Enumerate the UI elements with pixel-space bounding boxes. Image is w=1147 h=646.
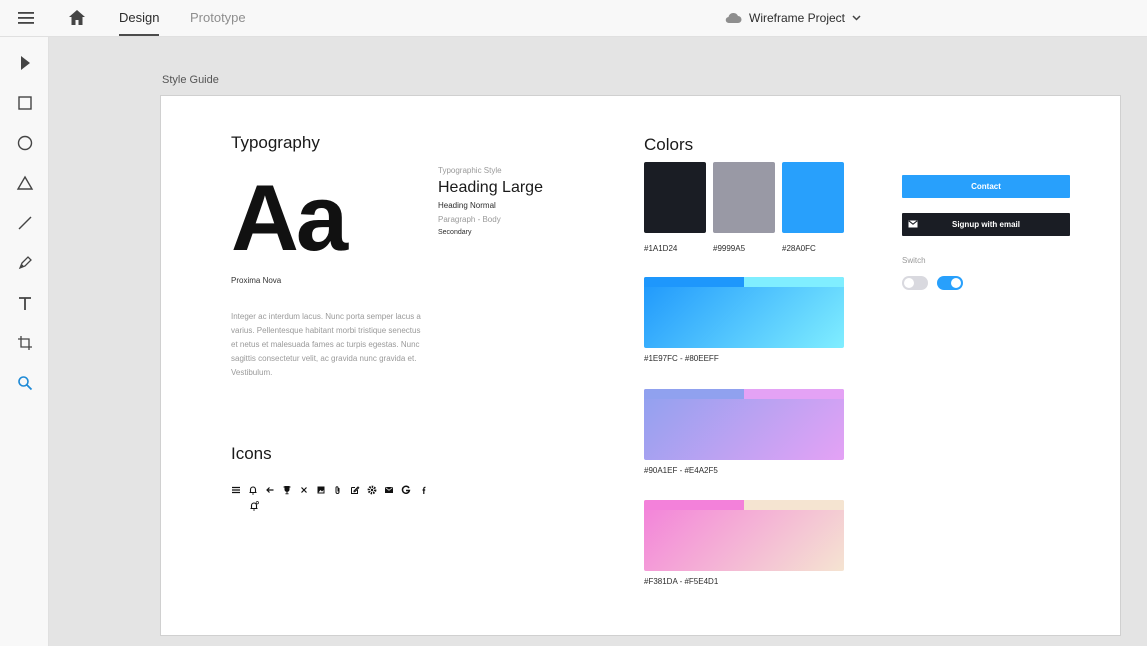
rectangle-tool[interactable] — [15, 93, 35, 113]
color-swatch[interactable] — [713, 162, 775, 233]
ellipse-icon — [17, 135, 33, 151]
tab-prototype[interactable]: Prototype — [190, 10, 246, 25]
toggle-knob — [951, 278, 961, 288]
secondary-sample: Secondary — [438, 229, 472, 236]
color-swatch[interactable] — [782, 162, 844, 233]
gradient-swatch[interactable] — [644, 389, 844, 460]
contact-button[interactable]: Contact — [902, 175, 1070, 198]
style-guide-artboard[interactable]: Typography Aa Proxima Nova Integer ac in… — [160, 95, 1121, 636]
zoom-icon — [18, 376, 33, 391]
facebook-icon — [418, 485, 428, 495]
rectangle-icon — [18, 96, 32, 110]
typography-title: Typography — [231, 133, 320, 152]
toggle-knob — [904, 278, 914, 288]
gradient-swatch[interactable] — [644, 500, 844, 571]
artboard-label[interactable]: Style Guide — [162, 74, 219, 86]
pen-icon — [18, 256, 32, 270]
gradient-start-strip — [644, 277, 744, 287]
switch-label: Switch — [902, 256, 926, 265]
color-swatch[interactable] — [644, 162, 706, 233]
active-tab-indicator — [119, 34, 159, 36]
select-icon — [21, 56, 30, 70]
heading-normal-sample: Heading Normal — [438, 201, 496, 210]
gradient-swatch[interactable] — [644, 277, 844, 348]
zoom-tool[interactable] — [15, 373, 35, 393]
cloud-icon — [725, 12, 742, 24]
tool-rail — [0, 37, 49, 646]
tab-design[interactable]: Design — [119, 10, 159, 25]
pen-tool[interactable] — [15, 253, 35, 273]
swatch-label: #1A1D24 — [644, 244, 678, 253]
line-icon — [18, 216, 32, 230]
ellipse-tool[interactable] — [15, 133, 35, 153]
font-sample: Aa — [231, 165, 348, 270]
triangle-tool[interactable] — [15, 173, 35, 193]
typographic-style-label: Typographic Style — [438, 166, 502, 175]
attachment-icon — [333, 485, 343, 495]
project-selector[interactable]: Wireframe Project — [724, 8, 861, 28]
line-tool[interactable] — [15, 213, 35, 233]
text-tool[interactable] — [15, 293, 35, 313]
icons-title: Icons — [231, 444, 272, 463]
text-icon — [19, 297, 31, 310]
heading-large-sample: Heading Large — [438, 179, 543, 196]
icon-set — [231, 484, 428, 496]
colors-title: Colors — [644, 135, 694, 154]
settings-icon — [367, 485, 377, 495]
paragraph-body-sample: Paragraph - Body — [438, 215, 501, 224]
bell-notification-icon — [250, 501, 259, 511]
project-name: Wireframe Project — [749, 11, 846, 25]
mail-icon — [908, 220, 918, 228]
toggle-switch-on[interactable] — [937, 276, 963, 290]
artboard-icon — [18, 336, 32, 350]
image-icon — [316, 485, 326, 495]
signup-button-label: Signup with email — [951, 220, 1020, 229]
edit-icon — [350, 485, 360, 495]
toggle-switch-off[interactable] — [902, 276, 928, 290]
mail-icon — [384, 485, 394, 495]
swatch-label: #28A0FC — [782, 244, 816, 253]
menu-icon — [231, 485, 241, 495]
gradient-label: #1E97FC - #80EEFF — [644, 354, 719, 363]
gradient-label: #90A1EF - #E4A2F5 — [644, 466, 718, 475]
sample-paragraph: Integer ac interdum lacus. Nunc porta se… — [231, 312, 421, 377]
swatch-label: #9999A5 — [713, 244, 746, 253]
hamburger-menu-icon[interactable] — [17, 10, 35, 26]
close-icon — [299, 485, 309, 495]
select-tool[interactable] — [15, 53, 35, 73]
font-name: Proxima Nova — [231, 276, 282, 285]
signup-with-email-button[interactable]: Signup with email — [902, 213, 1070, 236]
top-bar: Design Prototype Wireframe Project — [0, 0, 1147, 37]
chevron-down-icon — [852, 15, 861, 21]
artboard-tool[interactable] — [15, 333, 35, 353]
triangle-icon — [16, 175, 34, 190]
arrow-left-icon — [265, 485, 275, 495]
gradient-label: #F381DA - #F5E4D1 — [644, 577, 719, 586]
gradient-start-strip — [644, 500, 744, 510]
home-icon[interactable] — [67, 8, 87, 28]
gradient-start-strip — [644, 389, 744, 399]
google-icon — [401, 485, 411, 495]
trophy-icon — [282, 485, 292, 495]
bell-icon — [248, 485, 258, 495]
